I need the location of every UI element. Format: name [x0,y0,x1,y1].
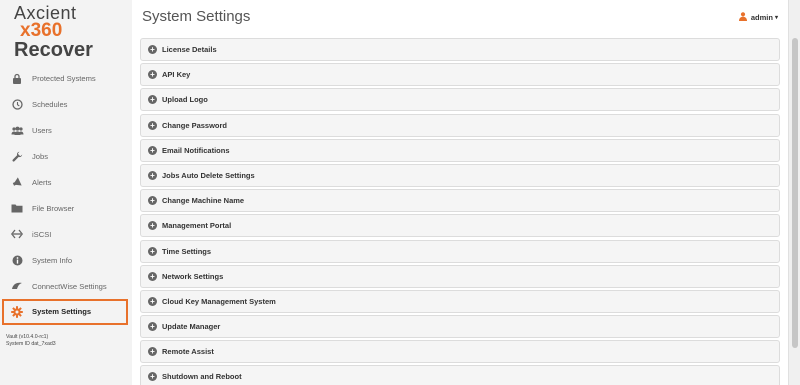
plus-circle-icon: + [148,196,157,206]
panel-label: Cloud Key Management System [162,296,276,306]
panel-label: License Details [162,45,217,54]
app-logo[interactable]: Axcient x360 Recover [14,4,124,60]
sidebar-item-system-settings[interactable]: System Settings [2,299,128,325]
plus-circle-icon: + [148,271,157,281]
panel-api-key[interactable]: + API Key [140,63,780,87]
plus-circle-icon: + [148,95,157,105]
gear-icon [10,305,24,319]
sidebar-item-label: File Browser [32,203,75,213]
plus-circle-icon: + [148,347,157,357]
panel-upload-logo[interactable]: + Upload Logo [140,88,780,112]
panel-label: Jobs Auto Delete Settings [162,170,255,180]
sidebar-item-label: System Settings [32,307,92,317]
sidebar-item-label: ConnectWise Settings [32,281,107,291]
sidebar-item-connectwise-settings[interactable]: ConnectWise Settings [0,273,132,299]
panel-label: Upload Logo [162,95,208,105]
system-id: System ID dat_7xad3 [6,341,56,347]
panel-change-password[interactable]: + Change Password [140,113,780,137]
plus-circle-icon: + [148,246,157,256]
panel-label: Shutdown and Reboot [162,372,242,382]
panel-jobs-auto-delete[interactable]: + Jobs Auto Delete Settings [140,163,780,187]
sidebar-item-label: Schedules [32,100,68,110]
sidebar-item-label: System Info [32,255,73,265]
folder-icon [10,201,24,215]
page-title: System Settings [142,8,251,25]
panel-cloud-key-management[interactable]: + Cloud Key Management System [140,289,780,313]
settings-panel-list: + License Details + API Key + Upload Logo +… [140,38,780,385]
panel-label: Update Manager [162,322,221,332]
username: admin [750,13,773,22]
panel-update-manager[interactable]: + Update Manager [140,315,780,339]
sidebar-item-label: Users [32,126,52,136]
wrench-icon [10,150,24,164]
sidebar-item-alerts[interactable]: Alerts [0,170,132,196]
panel-network-settings[interactable]: + Network Settings [140,264,780,288]
sidebar-item-label: Alerts [32,178,52,187]
panel-email-notifications[interactable]: + Email Notifications [140,138,780,162]
panel-time-settings[interactable]: + Time Settings [140,239,780,263]
sidebar-item-system-info[interactable]: System Info [0,247,132,273]
user-menu[interactable]: admin ▾ [738,12,778,23]
plus-circle-icon: + [148,45,157,54]
panel-shutdown-reboot[interactable]: + Shutdown and Reboot [140,365,780,385]
logo-line-2: x360 [20,20,63,41]
sidebar-item-schedules[interactable]: Schedules [0,92,132,118]
lock-icon [10,72,24,86]
plus-circle-icon: + [148,372,157,382]
plus-circle-icon: + [148,322,157,332]
sidebar-item-label: Protected Systems [32,74,96,84]
panel-remote-assist[interactable]: + Remote Assist [140,340,780,364]
user-icon [738,12,747,23]
clock-icon [10,98,24,112]
plus-circle-icon: + [148,120,157,130]
panel-management-portal[interactable]: + Management Portal [140,214,780,238]
sidebar-item-label: Jobs [32,152,49,162]
megaphone-icon [10,176,24,190]
plus-circle-icon: + [148,296,157,306]
sidebar-item-jobs[interactable]: Jobs [0,144,132,170]
panel-label: Remote Assist [162,347,214,357]
scrollbar-thumb[interactable] [792,38,798,348]
panel-label: Email Notifications [162,145,230,155]
panel-label: Change Machine Name [162,196,245,206]
vault-version: Vault (v10.4.0-rc1) [6,334,49,340]
main-content: System Settings admin ▾ + License Details… [132,0,788,385]
sidebar-nav: Protected Systems Schedules Users Jobs A… [0,66,132,325]
panel-label: Change Password [162,120,228,130]
version-info: Vault (v10.4.0-rc1) System ID dat_7xad3 [6,334,56,348]
sidebar: Axcient x360 Recover Protected Systems S… [0,0,132,385]
connectwise-icon [10,279,24,293]
caret-down-icon: ▾ [774,15,778,21]
logo-line-3: Recover [14,39,93,61]
panel-license-details[interactable]: + License Details [140,38,780,61]
info-icon [10,253,24,267]
panel-label: Management Portal [162,221,232,231]
sidebar-item-iscsi[interactable]: iSCSI [0,221,132,247]
sidebar-item-protected-systems[interactable]: Protected Systems [0,66,132,92]
panel-label: API Key [162,70,191,80]
plus-circle-icon: + [148,170,157,180]
panel-label: Time Settings [162,246,212,256]
plus-circle-icon: + [148,70,157,80]
panel-label: Network Settings [162,271,224,281]
users-icon [10,124,24,138]
plus-circle-icon: + [148,221,157,231]
plus-circle-icon: + [148,145,157,155]
sidebar-item-label: iSCSI [32,229,52,239]
vertical-scrollbar[interactable] [788,0,800,385]
exchange-icon [10,227,24,241]
panel-change-machine-name[interactable]: + Change Machine Name [140,189,780,213]
sidebar-item-users[interactable]: Users [0,118,132,144]
sidebar-item-file-browser[interactable]: File Browser [0,195,132,221]
